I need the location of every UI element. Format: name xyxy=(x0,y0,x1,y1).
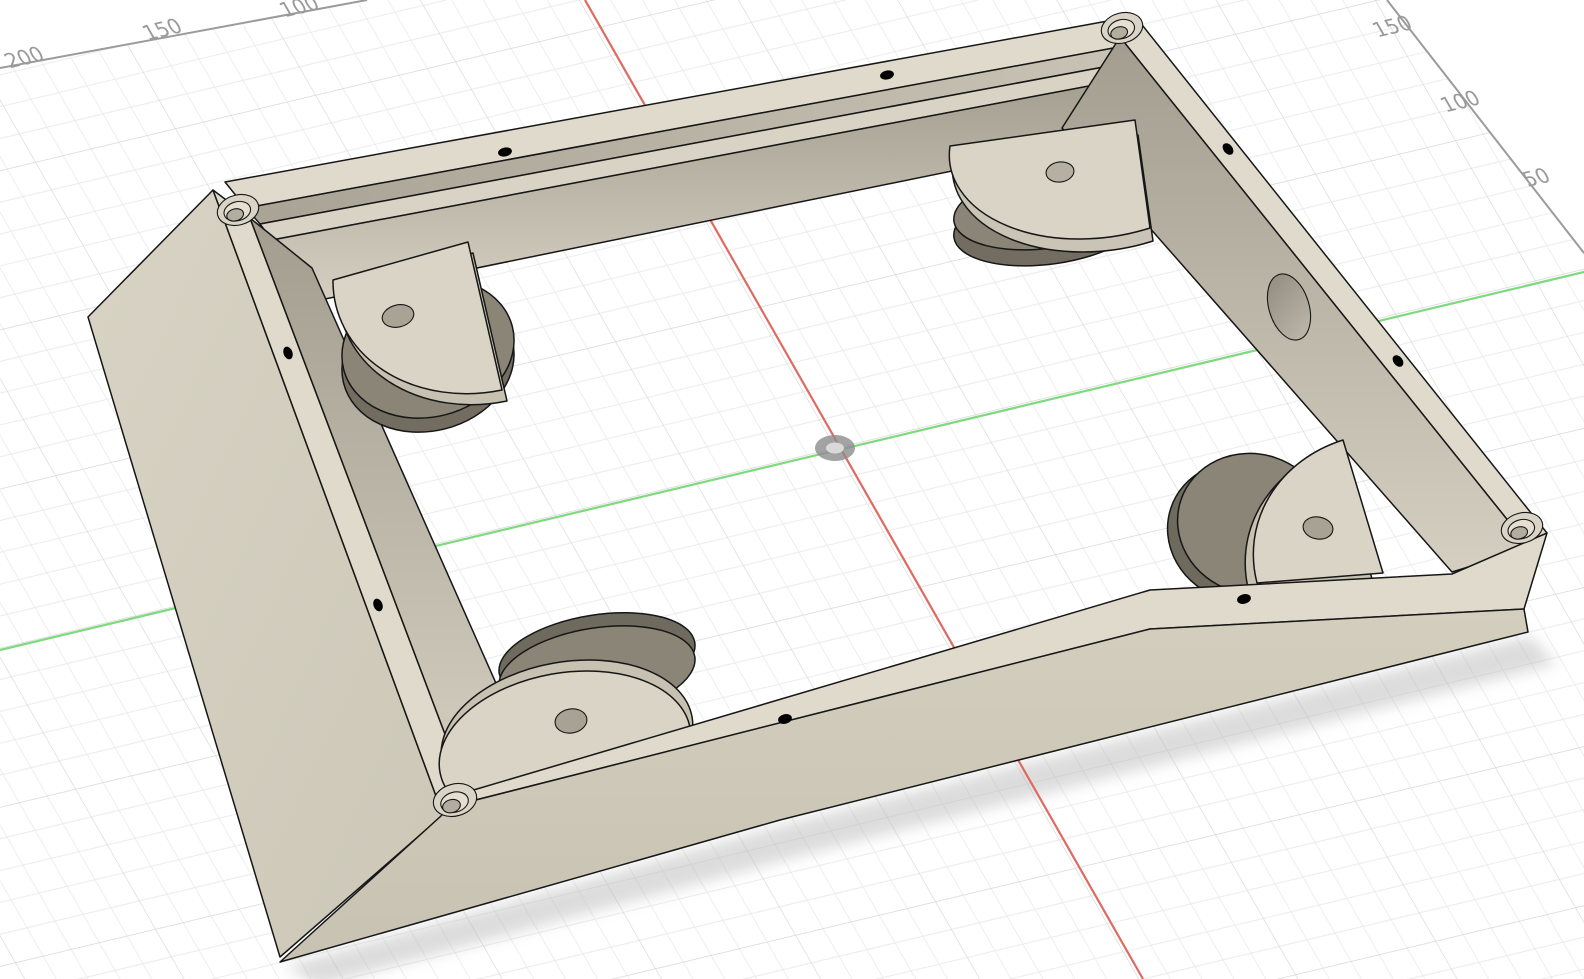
origin-marker-center xyxy=(826,443,844,454)
cad-viewport[interactable]: 200 150 100 150 100 50 xyxy=(0,0,1584,979)
scene-svg[interactable]: 200 150 100 150 100 50 xyxy=(0,0,1584,979)
origin-marker xyxy=(815,435,855,461)
